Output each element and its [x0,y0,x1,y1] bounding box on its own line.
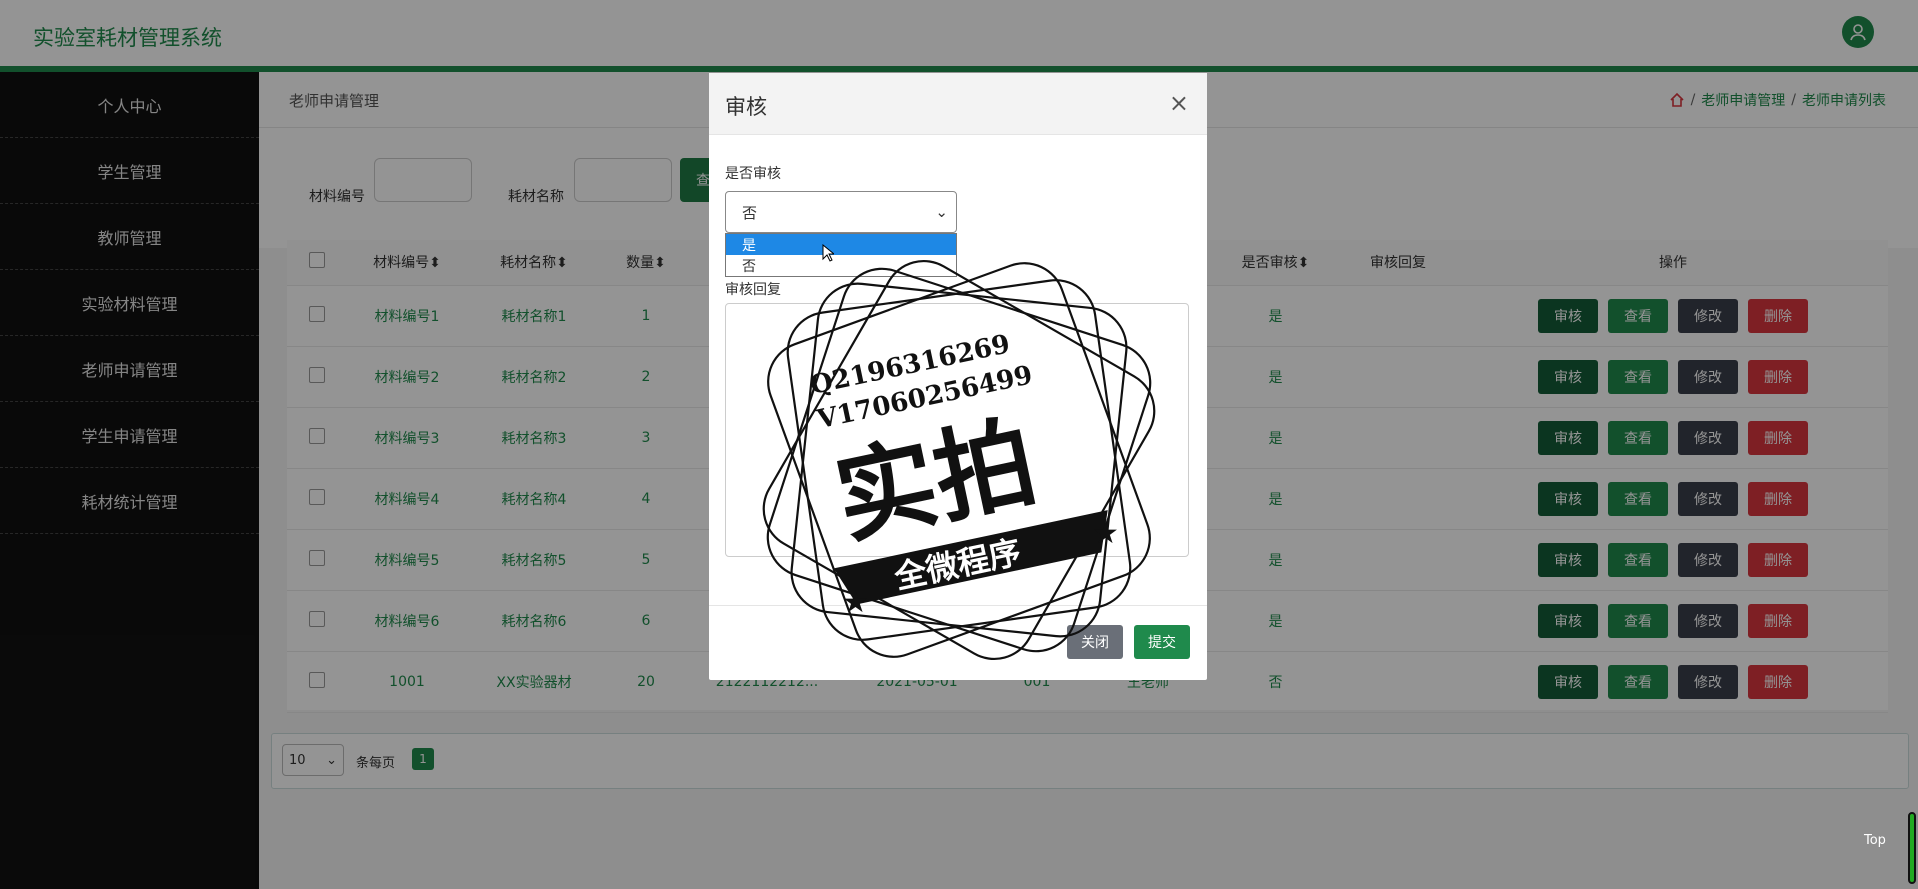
close-icon[interactable]: × [1169,89,1189,117]
back-to-top-button[interactable]: Top [1864,833,1886,848]
star-icon: ★ [1092,516,1119,551]
watermark-stamp: Q2196316269 V17060256499 实拍 全微程序 ★ ★ [762,259,1156,661]
dropdown-option-yes[interactable]: 是 [726,234,956,255]
star-icon: ★ [842,585,869,620]
mouse-cursor-icon [822,244,834,262]
modal-header: 审核 × [709,73,1207,135]
audit-select[interactable]: 否 ⌄ [725,191,957,233]
field-label-audited: 是否审核 [725,166,781,182]
modal-title: 审核 [725,95,767,119]
scroll-indicator[interactable] [1908,812,1916,884]
chevron-down-icon: ⌄ [935,203,948,221]
